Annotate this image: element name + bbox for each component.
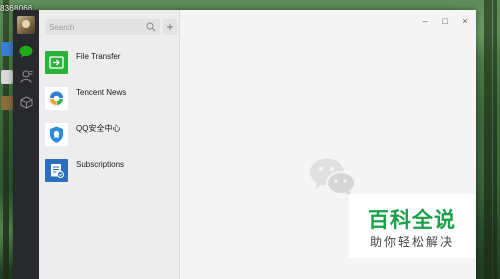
chat-item-qq-security[interactable]: QQ安全中心 bbox=[39, 116, 179, 152]
search-box[interactable] bbox=[45, 19, 160, 35]
desktop-shortcut-icon[interactable] bbox=[1, 70, 13, 84]
chat-item-file-transfer[interactable]: File Transfer bbox=[39, 44, 179, 80]
close-button[interactable]: × bbox=[460, 16, 470, 26]
chat-item-subscriptions[interactable]: Subscriptions bbox=[39, 152, 179, 188]
contacts-icon bbox=[19, 69, 32, 83]
chat-list: File Transfer Tencent News QQ安全中心 Subscr… bbox=[39, 44, 179, 188]
chat-name: Subscriptions bbox=[76, 159, 125, 169]
search-icon[interactable] bbox=[146, 22, 156, 32]
search-input[interactable] bbox=[45, 22, 140, 32]
chat-name: File Transfer bbox=[76, 51, 121, 61]
wallpaper-tree bbox=[493, 0, 497, 279]
wechat-logo-icon bbox=[310, 158, 356, 196]
wallpaper-tree bbox=[484, 0, 492, 279]
chat-item-tencent-news[interactable]: Tencent News bbox=[39, 80, 179, 116]
discover-icon bbox=[19, 95, 33, 109]
subscriptions-icon bbox=[45, 158, 68, 182]
window-controls: – □ × bbox=[420, 16, 470, 26]
chat-name: QQ安全中心 bbox=[76, 123, 121, 133]
watermark-title: 百科全说 bbox=[368, 208, 456, 232]
tencent-news-icon bbox=[45, 86, 68, 110]
qq-security-icon bbox=[45, 122, 68, 146]
add-chat-button[interactable]: + bbox=[163, 19, 177, 35]
site-watermark: 百科全说 助你轻松解决 bbox=[349, 194, 475, 258]
chat-name: Tencent News bbox=[76, 87, 127, 97]
nav-chats-button[interactable] bbox=[18, 43, 34, 59]
desktop-shortcut-icon[interactable] bbox=[1, 96, 13, 110]
file-transfer-icon bbox=[45, 50, 68, 74]
user-avatar[interactable] bbox=[17, 16, 35, 34]
nav-contacts-button[interactable] bbox=[18, 68, 34, 84]
maximize-button[interactable]: □ bbox=[440, 16, 450, 26]
nav-bar bbox=[13, 10, 39, 279]
desktop-shortcut-icon[interactable] bbox=[1, 42, 13, 56]
chat-icon bbox=[19, 45, 33, 57]
chat-sidebar: + File Transfer bbox=[39, 10, 180, 279]
minimize-button[interactable]: – bbox=[420, 16, 430, 26]
nav-discover-button[interactable] bbox=[18, 94, 34, 110]
watermark-subtitle: 助你轻松解决 bbox=[369, 235, 454, 249]
